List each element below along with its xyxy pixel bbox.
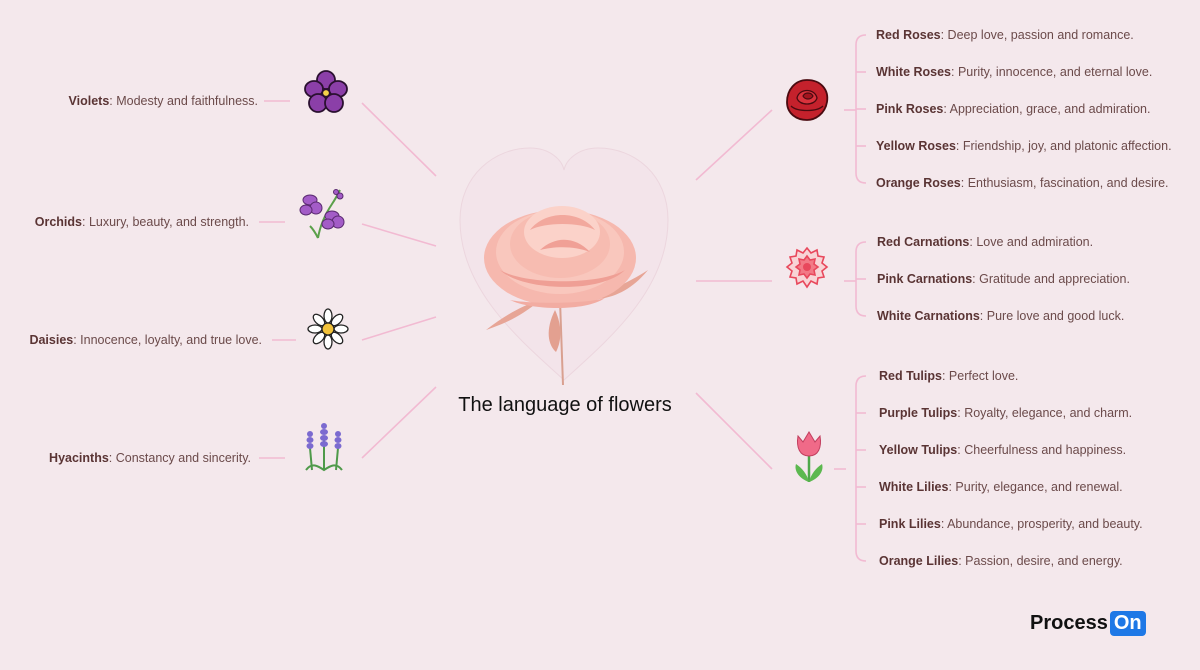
leaf-red-roses[interactable]: Red Roses: Deep love, passion and romanc… [876,27,1134,43]
leaf-desc: : Cheerfulness and happiness. [957,443,1127,457]
leaf-name: White Roses [876,65,952,79]
branch-label-name: Daisies [29,333,74,347]
leaf-purple-tulips[interactable]: Purple Tulips: Royalty, elegance, and ch… [879,405,1132,421]
branch-violets[interactable]: Violets: Modesty and faithfulness. [69,93,258,109]
branch-hyacinths[interactable]: Hyacinths: Constancy and sincerity. [49,450,251,466]
leaf-name: Red Carnations [877,235,970,249]
leaf-name: Red Roses [876,28,941,42]
leaf-desc: : Deep love, passion and romance. [940,28,1134,42]
leaf-white-roses[interactable]: White Roses: Purity, innocence, and eter… [876,64,1152,80]
leaf-desc: : Purity, elegance, and renewal. [948,480,1123,494]
leaf-red-carnations[interactable]: Red Carnations: Love and admiration. [877,234,1093,250]
leaf-desc: : Purity, innocence, and eternal love. [951,65,1153,79]
rose-icon [786,79,829,121]
leaf-orange-roses[interactable]: Orange Roses: Enthusiasm, fascination, a… [876,175,1169,191]
leaf-name: Orange Lilies [879,554,959,568]
branch-orchids[interactable]: Orchids: Luxury, beauty, and strength. [35,214,249,230]
leaf-name: Pink Carnations [877,272,973,286]
leaf-yellow-roses[interactable]: Yellow Roses: Friendship, joy, and plato… [876,138,1172,154]
leaf-name: Purple Tulips [879,406,958,420]
leaf-name: White Lilies [879,480,949,494]
branch-label-name: Hyacinths [49,451,109,465]
branch-label-desc: : Innocence, loyalty, and true love. [73,333,262,347]
leaf-desc: : Love and admiration. [969,235,1094,249]
leaf-desc: : Abundance, prosperity, and beauty. [940,517,1143,531]
orchid-icon [299,189,345,239]
leaf-pink-roses[interactable]: Pink Roses: Appreciation, grace, and adm… [876,101,1150,117]
leaf-name: Orange Roses [876,176,961,190]
tulip-icon [795,431,823,482]
processon-logo: Process On [1030,611,1146,636]
branch-label-name: Orchids [34,215,82,229]
leaf-desc: : Appreciation, grace, and admiration. [943,102,1151,116]
leaf-white-carnations[interactable]: White Carnations: Pure love and good luc… [877,308,1124,324]
leaf-name: Red Tulips [879,369,942,383]
leaf-red-tulips[interactable]: Red Tulips: Perfect love. [879,368,1018,384]
logo-badge: On [1109,611,1146,636]
leaf-name: Yellow Roses [876,139,956,153]
branch-label-name: Violets [68,94,110,108]
branch-label-desc: : Modesty and faithfulness. [109,94,258,108]
leaf-pink-carnations[interactable]: Pink Carnations: Gratitude and appreciat… [877,271,1130,287]
leaf-desc: : Passion, desire, and energy. [958,554,1123,568]
leaf-desc: : Pure love and good luck. [979,309,1125,323]
branch-label-desc: : Constancy and sincerity. [108,451,251,465]
leaf-yellow-tulips[interactable]: Yellow Tulips: Cheerfulness and happines… [879,442,1126,458]
branch-daisies[interactable]: Daisies: Innocence, loyalty, and true lo… [29,332,262,348]
leaf-desc: : Royalty, elegance, and charm. [957,406,1133,420]
leaf-name: Yellow Tulips [879,443,958,457]
leaf-name: White Carnations [877,309,980,323]
leaf-name: Pink Roses [876,102,944,116]
violet-icon [304,70,348,113]
hyacinth-icon [305,423,343,472]
leaf-desc: : Perfect love. [941,369,1019,383]
branch-label-desc: : Luxury, beauty, and strength. [82,215,249,229]
leaf-white-lilies[interactable]: White Lilies: Purity, elegance, and rene… [879,479,1123,495]
logo-text: Process [1030,612,1108,634]
leaf-name: Pink Lilies [879,517,941,531]
leaf-desc: : Friendship, joy, and platonic affectio… [955,139,1172,153]
carnation-icon [785,246,829,289]
leaf-orange-lilies[interactable]: Orange Lilies: Passion, desire, and ener… [879,553,1123,569]
leaf-desc: : Enthusiasm, fascination, and desire. [960,176,1169,190]
leaf-pink-lilies[interactable]: Pink Lilies: Abundance, prosperity, and … [879,516,1143,532]
daisy-icon [307,308,349,350]
leaf-desc: : Gratitude and appreciation. [972,272,1130,286]
central-topic-title[interactable]: The language of flowers [440,394,690,417]
